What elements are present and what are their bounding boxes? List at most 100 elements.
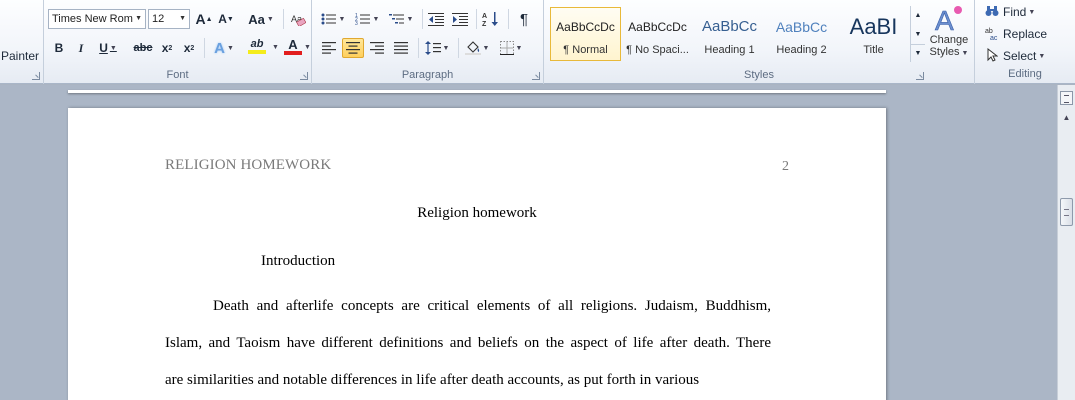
divider (508, 9, 509, 29)
divider (476, 9, 477, 29)
styles-group: AaBbCcDc ¶ Normal AaBbCcDc ¶ No Spaci...… (544, 0, 975, 84)
multilevel-list-button[interactable]: ▼ (386, 9, 416, 29)
select-button[interactable]: Select ▼ (984, 46, 1045, 66)
italic-button[interactable]: I (72, 38, 90, 58)
subscript-icon: x (161, 41, 169, 55)
page-header-text[interactable]: RELIGION HOMEWORK (165, 157, 331, 174)
document-title[interactable]: Religion homework (68, 205, 886, 222)
subscript-button[interactable]: x2 (158, 38, 176, 58)
borders-button[interactable]: ▼ (496, 38, 526, 58)
divider (422, 9, 423, 29)
change-case-button[interactable]: Aa ▼ (246, 9, 276, 29)
highlight-button[interactable]: ab (242, 36, 272, 56)
underline-icon: U (99, 41, 108, 55)
style-name: ¶ No Spaci... (626, 44, 689, 56)
font-size-combo[interactable]: 12 ▼ (148, 9, 190, 29)
align-right-button[interactable] (366, 38, 388, 58)
svg-text:Z: Z (482, 21, 487, 27)
paragraph-launcher-icon[interactable] (532, 72, 540, 80)
section-heading[interactable]: Introduction (261, 253, 335, 270)
text-effects-icon: A (214, 39, 225, 57)
align-left-button[interactable] (318, 38, 340, 58)
superscript-button[interactable]: x2 (180, 38, 198, 58)
styles-launcher-icon[interactable] (916, 72, 924, 80)
align-center-button[interactable] (342, 38, 364, 58)
body-paragraph[interactable]: Death and afterlife concepts are critica… (165, 288, 771, 399)
bullets-button[interactable]: ▼ (318, 9, 348, 29)
decrease-indent-button[interactable] (426, 9, 446, 29)
format-painter-label: Painter (0, 49, 40, 63)
format-painter-button[interactable]: Painter (0, 47, 40, 65)
document-workspace: RELIGION HOMEWORK 2 Religion homework In… (0, 85, 1057, 400)
font-color-swatch (284, 50, 302, 55)
font-size-value: 12 (152, 13, 165, 25)
paint-bucket-icon (464, 41, 481, 55)
justify-icon (394, 42, 408, 54)
paragraph-group: ▼ 1 2 3 ▼ ▼ AZ ¶ ▼ ▼ ▼ Paragraph (312, 0, 544, 84)
shading-button[interactable]: ▼ (462, 38, 492, 58)
sort-button[interactable]: AZ (480, 9, 502, 29)
replace-button[interactable]: ab ac Replace (984, 24, 1047, 44)
scroll-up-icon[interactable]: ▲ (1058, 109, 1075, 126)
superscript-icon: x (183, 41, 191, 55)
view-ruler-icon[interactable] (1060, 91, 1073, 105)
vertical-scrollbar[interactable]: ▲ (1057, 85, 1075, 400)
change-styles-button[interactable]: A Change Styles ▼ (926, 4, 972, 66)
style-title[interactable]: AaBI Title (838, 7, 909, 61)
replace-icon: ab ac (984, 26, 1000, 43)
divider (204, 38, 205, 58)
clear-formatting-button[interactable]: Aa (288, 9, 308, 29)
increase-indent-button[interactable] (450, 9, 470, 29)
style-heading-1[interactable]: AaBbCc Heading 1 (694, 7, 765, 61)
bold-button[interactable]: B (50, 38, 68, 58)
chevron-down-icon[interactable]: ▼ (135, 15, 142, 22)
gallery-down-icon[interactable]: ▼ (911, 25, 925, 43)
style-no-spacing[interactable]: AaBbCcDc ¶ No Spaci... (622, 7, 693, 61)
strikethrough-button[interactable]: abc (130, 38, 156, 58)
style-sample: AaBbCc (775, 19, 828, 35)
previous-page-edge (68, 90, 886, 93)
find-button[interactable]: Find ▼ (984, 2, 1035, 22)
font-name-combo[interactable]: Times New Rom ▼ (48, 9, 146, 29)
editing-group-label: Editing (1008, 68, 1042, 80)
paragraph-group-label: Paragraph (401, 69, 454, 81)
svg-text:ab: ab (985, 28, 993, 35)
scroll-thumb[interactable] (1060, 198, 1073, 226)
document-page[interactable]: RELIGION HOMEWORK 2 Religion homework In… (68, 108, 886, 400)
align-center-icon (346, 42, 360, 54)
numbering-button[interactable]: 1 2 3 ▼ (352, 9, 382, 29)
chevron-down-icon: ▼ (961, 50, 969, 57)
ribbon: Painter Times New Rom ▼ 12 ▼ A ▲ A ▼ Aa ▼ A… (0, 0, 1075, 84)
show-formatting-marks-button[interactable]: ¶ (514, 9, 534, 29)
text-effects-button[interactable]: A ▼ (210, 38, 238, 58)
highlight-color-swatch (248, 50, 266, 54)
chevron-down-icon: ▼ (1038, 52, 1046, 60)
shrink-font-button[interactable]: A ▼ (216, 9, 236, 29)
chevron-down-icon[interactable]: ▼ (179, 15, 186, 22)
select-label: Select (1003, 49, 1037, 63)
clipboard-group: Painter (0, 0, 44, 84)
chevron-down-icon[interactable]: ▼ (304, 44, 311, 51)
grow-font-button[interactable]: A ▲ (194, 9, 214, 29)
line-spacing-button[interactable]: ▼ (422, 38, 452, 58)
italic-icon: I (78, 40, 84, 55)
svg-text:3: 3 (355, 21, 358, 26)
clear-formatting-icon: Aa (291, 14, 306, 26)
gallery-up-icon[interactable]: ▲ (911, 6, 925, 24)
underline-button[interactable]: U ▼ (94, 38, 122, 58)
justify-button[interactable] (390, 38, 412, 58)
gallery-more-icon[interactable]: ▼ (911, 44, 925, 62)
change-styles-label-1: Change (929, 34, 969, 46)
font-name-value: Times New Rom (52, 13, 133, 25)
change-styles-icon: A (935, 5, 962, 34)
font-launcher-icon[interactable] (300, 72, 308, 80)
cursor-arrow-icon (984, 47, 1000, 65)
style-normal[interactable]: AaBbCcDc ¶ Normal (550, 7, 621, 61)
style-heading-2[interactable]: AaBbCc Heading 2 (766, 7, 837, 61)
styles-gallery-scroller: ▲ ▼ ▼ (910, 6, 925, 62)
page-number: 2 (782, 159, 789, 174)
shrink-font-icon: A (218, 12, 227, 26)
align-right-icon (370, 42, 384, 54)
paragraph-line: are similarities and notable differences… (165, 372, 700, 388)
clipboard-launcher-icon[interactable] (32, 72, 40, 80)
